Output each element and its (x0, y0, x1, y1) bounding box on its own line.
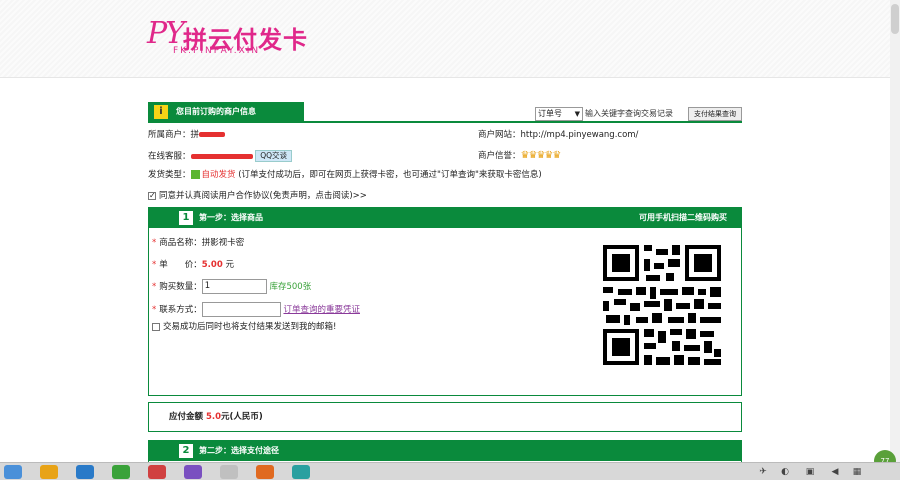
online-service-label: 在线客服： (148, 151, 191, 162)
browser-icon[interactable] (76, 465, 94, 479)
app-icon[interactable] (148, 465, 166, 479)
volume-icon[interactable]: ◀ (830, 468, 840, 477)
step2-header: 2 第二步：选择支付途径 (149, 441, 741, 461)
redaction-mark (199, 132, 226, 137)
email-notify-text: 交易成功后同时也将支付结果发送到我的邮箱! (163, 322, 337, 332)
merchant-site-label: 商户网站： (478, 130, 521, 140)
ship-type-value: 自动发货 (201, 170, 236, 180)
app-icon[interactable] (220, 465, 238, 479)
ship-type-label: 发货类型： (148, 170, 191, 180)
scan-qr-title: 可用手机扫描二维码购买 (639, 213, 727, 222)
explorer-icon[interactable] (40, 465, 58, 479)
page-scrollbar[interactable] (890, 0, 900, 462)
auto-ship-icon (190, 170, 200, 179)
amount-due-unit: 元(人民币) (221, 412, 263, 422)
qr-code (584, 231, 740, 371)
info-icon: i (154, 105, 168, 119)
required-mark: * (152, 305, 157, 315)
query-keyword-input[interactable]: 输入关键字查询交易记录 (585, 107, 685, 121)
amount-due-value: 5.0 (205, 412, 222, 422)
email-option-row: 交易成功后同时也将支付结果发送到我的邮箱! (152, 320, 336, 334)
scrollbar-thumb[interactable] (891, 4, 899, 34)
start-icon[interactable] (4, 465, 22, 479)
contact-input[interactable] (201, 302, 281, 317)
product-name-row: * 商品名称：拼影视卡密 (152, 236, 244, 250)
chevron-down-icon: ▼ (574, 110, 580, 118)
query-type-select[interactable]: 订单号 ▼ (535, 107, 583, 121)
unit-price-row: * 单 价：5.00 元 (152, 258, 234, 272)
contact-important-link[interactable]: 订单查询的重要凭证 (283, 305, 360, 315)
qq-chat-button[interactable]: QQ交谈 (255, 150, 293, 162)
logo-domain: FK.PINPAY.XIN (173, 46, 261, 56)
product-name-label: 商品名称： (159, 238, 202, 248)
amount-due-box: 应付金额 5.0元(人民币) (148, 402, 742, 432)
tray-icon[interactable]: ◐ (780, 468, 790, 477)
app-icon[interactable] (292, 465, 310, 479)
merchant-name-row: 所属商户：拼 (148, 129, 226, 141)
quantity-label: 购买数量： (159, 282, 202, 292)
site-header: PY 拼云付发卡 FK.PINPAY.XIN (0, 0, 900, 78)
step1-title: 第一步：选择商品 (199, 213, 263, 222)
required-mark: * (152, 260, 157, 270)
merchant-rating-row: 商户信誉：♛♛♛♛♛ (478, 150, 562, 162)
section-divider (148, 121, 742, 123)
step2-panel: 2 第二步：选择支付途径 (148, 440, 742, 462)
merchant-info-tab: i 您目前订购的商户信息 (148, 102, 304, 122)
query-type-value: 订单号 (538, 109, 562, 118)
redaction-mark (190, 153, 253, 159)
qq-chat-label: QQ交谈 (260, 151, 288, 160)
contact-row: * 联系方式： 订单查询的重要凭证 (152, 302, 360, 317)
tray-icon[interactable]: ✈ (758, 468, 768, 477)
app-icon[interactable] (184, 465, 202, 479)
agreement-row[interactable]: 同意并认真阅读用户合作协议(免责声明，点击阅读)>> (148, 190, 367, 202)
payment-result-query-button[interactable]: 支付结果查询 (688, 107, 742, 121)
stock-text: 库存500张 (269, 282, 312, 292)
required-mark: * (152, 282, 157, 292)
tray-icon[interactable]: ▣ (805, 468, 815, 477)
quantity-row: * 购买数量： 1 库存500张 (152, 279, 311, 294)
agreement-text[interactable]: 同意并认真阅读用户合作协议(免责声明，点击阅读)>> (159, 191, 367, 201)
merchant-site-link[interactable]: http://mp4.pinyewang.com/ (521, 130, 639, 140)
unit-price-value: 5.00 (201, 260, 223, 270)
tray-icon[interactable]: ▦ (852, 468, 862, 477)
amount-due-label: 应付金额 (169, 412, 204, 422)
app-icon[interactable] (112, 465, 130, 479)
rating-crown-icons: ♛♛♛♛♛ (520, 150, 562, 161)
contact-label: 联系方式： (159, 305, 202, 315)
email-notify-checkbox[interactable] (152, 322, 160, 331)
product-name-value: 拼影视卡密 (201, 238, 245, 248)
step1-number: 1 (179, 211, 193, 225)
merchant-site-row: 商户网站：http://mp4.pinyewang.com/ (478, 129, 638, 141)
step1-header: 1 第一步：选择商品 可用手机扫描二维码购买 (149, 208, 741, 228)
merchant-name-label: 所属商户： (148, 130, 191, 140)
unit-price-unit: 元 (225, 260, 234, 270)
step2-number: 2 (179, 444, 193, 458)
online-service-row: 在线客服： QQ交谈 (148, 150, 293, 163)
unit-price-label: 单 价： (159, 260, 202, 270)
merchant-info-title: 您目前订购的商户信息 (176, 107, 256, 116)
ship-type-note: (订单支付成功后，即可在网页上获得卡密，也可通过"订单查询"来获取卡密信息) (238, 170, 542, 180)
quantity-input[interactable]: 1 (201, 279, 267, 294)
ship-type-row: 发货类型： 自动发货 (订单支付成功后，即可在网页上获得卡密，也可通过"订单查询"… (148, 169, 542, 181)
agreement-checkbox[interactable] (148, 190, 156, 202)
merchant-rating-label: 商户信誉： (478, 151, 521, 161)
taskbar: ✈ ◐ ▣ ◀ ▦ (0, 462, 900, 480)
required-mark: * (152, 238, 157, 248)
app-icon[interactable] (256, 465, 274, 479)
merchant-name-value: 拼 (190, 130, 200, 140)
step2-title: 第二步：选择支付途径 (199, 446, 279, 455)
